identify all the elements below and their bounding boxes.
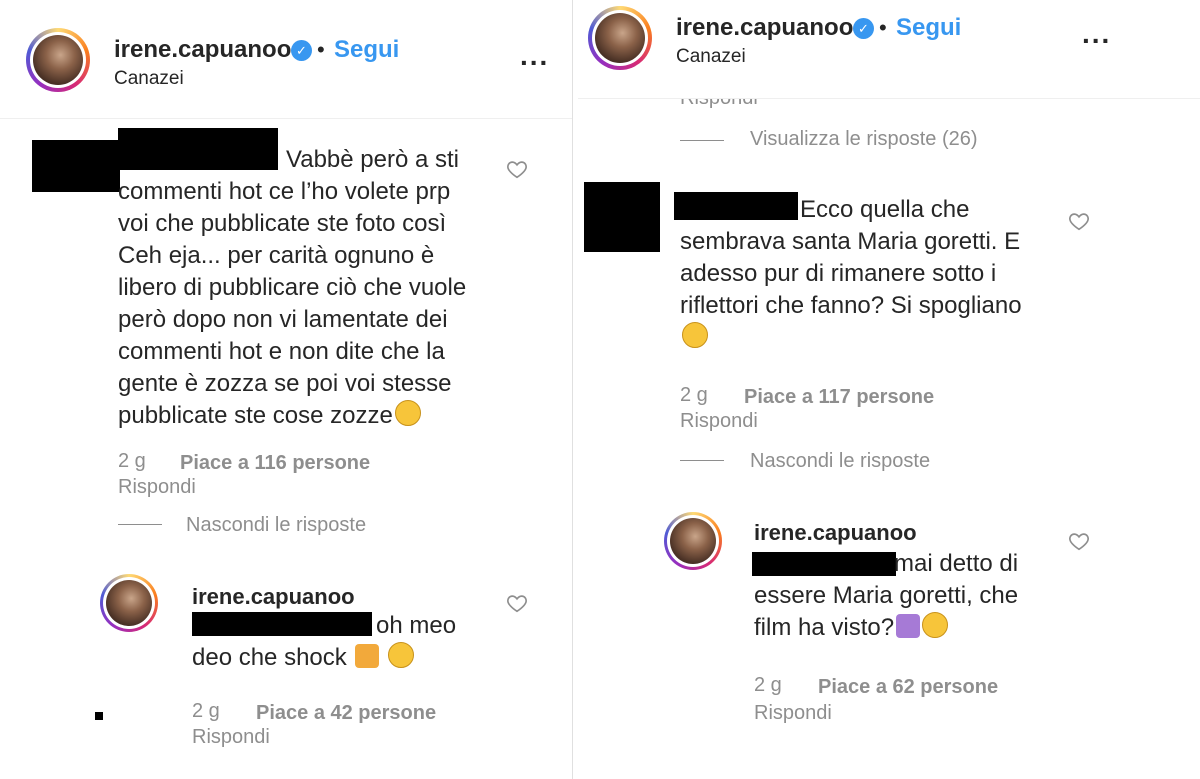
reply-button[interactable]: Rispondi xyxy=(192,726,270,749)
reply-button[interactable]: Rispondi xyxy=(680,410,758,433)
weary-cat-icon xyxy=(355,644,380,668)
reply-username[interactable]: irene.capuanoo xyxy=(192,584,355,610)
comment-text-line: sembrava santa Maria goretti. E xyxy=(680,228,1021,255)
left-post-panel: irene.capuanoo ✓ • Segui Canazei ... Vab… xyxy=(0,0,573,779)
hide-replies-button[interactable]: Nascondi le risposte xyxy=(750,450,930,473)
location-link[interactable]: Canazei xyxy=(676,46,746,68)
reply-time: 2 g xyxy=(754,674,782,696)
reply-username[interactable]: irene.capuanoo xyxy=(754,520,917,546)
hide-replies-button[interactable]: Nascondi le risposte xyxy=(186,514,366,537)
view-replies-button[interactable]: Visualizza le risposte (26) xyxy=(750,128,978,151)
follow-button[interactable]: Segui xyxy=(896,14,961,42)
more-options-button[interactable]: ... xyxy=(520,40,549,72)
reply-text-line: essere Maria goretti, che xyxy=(754,582,1019,609)
comment-text-line: Ecco quella che xyxy=(800,196,970,223)
redacted-avatar xyxy=(584,182,660,252)
redacted-mention xyxy=(192,612,372,636)
redacted-mark xyxy=(95,712,103,720)
flushed-face-icon xyxy=(922,612,949,638)
comment-emoji-line xyxy=(680,322,708,354)
woman-facepalming-icon xyxy=(896,614,921,638)
comment-text-line: Vabbè però a sti xyxy=(286,146,460,173)
winking-face-icon xyxy=(394,400,421,426)
heart-outline-icon[interactable] xyxy=(1068,530,1090,552)
reply-likes[interactable]: Piace a 62 persone xyxy=(818,676,998,699)
reply-avatar[interactable] xyxy=(664,512,722,570)
redacted-username xyxy=(118,128,278,170)
comment-text-line: gente è zozza se poi voi stesse xyxy=(118,370,452,397)
header-username[interactable]: irene.capuanoo xyxy=(676,14,853,42)
comment-text-line: commenti hot ce l’ho volete prp xyxy=(118,178,451,205)
replies-dash xyxy=(680,460,724,461)
winking-face-icon xyxy=(388,642,415,668)
replies-dash xyxy=(680,140,724,141)
redacted-mention xyxy=(752,552,896,576)
comment-text-line: voi che pubblicate ste foto così xyxy=(118,210,447,237)
reply-button[interactable]: Rispondi xyxy=(118,476,196,499)
header-separator: • xyxy=(317,37,325,62)
comment-text-line: commenti hot e non dite che la xyxy=(118,338,445,365)
verified-badge-icon: ✓ xyxy=(291,40,312,61)
comment-time: 2 g xyxy=(118,450,146,472)
header-separator: • xyxy=(879,15,887,40)
header-divider xyxy=(578,98,1200,99)
location-link[interactable]: Canazei xyxy=(114,68,184,90)
reply-text-line: deo che shock xyxy=(192,644,347,671)
comment-text-line: adesso pur di rimanere sotto i xyxy=(680,260,997,287)
comment-likes[interactable]: Piace a 117 persone xyxy=(744,386,934,409)
redacted-avatar xyxy=(32,140,120,192)
comment-text-line: pubblicate ste cose zozze xyxy=(118,402,393,429)
reply-button[interactable]: Rispondi xyxy=(754,702,832,725)
header-username[interactable]: irene.capuanoo xyxy=(114,36,291,64)
redacted-username xyxy=(674,192,798,220)
reply-text-line-3: film ha visto? xyxy=(754,612,949,644)
reply-avatar[interactable] xyxy=(100,574,158,632)
reply-likes[interactable]: Piace a 42 persone xyxy=(256,702,436,725)
header-divider xyxy=(0,118,572,119)
verified-badge-icon: ✓ xyxy=(853,18,874,39)
heart-outline-icon[interactable] xyxy=(506,158,528,180)
reply-text-line: oh meo xyxy=(376,612,457,639)
comment-text-line: riflettori che fanno? Si spogliano xyxy=(680,292,1022,319)
reply-text-line: mai detto di xyxy=(894,550,1019,577)
heart-outline-icon[interactable] xyxy=(506,592,528,614)
face-with-rolling-eyes-icon xyxy=(682,322,708,348)
right-post-panel: irene.capuanoo ✓ • Segui Canazei ... Ris… xyxy=(578,0,1200,779)
comment-text-line: però dopo non vi lamentate dei xyxy=(118,306,448,333)
comment-text-line: Ceh eja... per carità ognuno è xyxy=(118,242,435,269)
comment-text-line: libero di pubblicare ciò che vuole xyxy=(118,274,467,301)
comment-time: 2 g xyxy=(680,384,708,406)
heart-outline-icon[interactable] xyxy=(1068,210,1090,232)
profile-avatar[interactable] xyxy=(588,6,652,70)
follow-button[interactable]: Segui xyxy=(334,36,399,64)
comment-likes[interactable]: Piace a 116 persone xyxy=(180,452,370,475)
replies-dash xyxy=(118,524,162,525)
cut-off-reply-link: Rispondi xyxy=(680,99,758,111)
reply-text-line-2: deo che shock xyxy=(192,642,415,674)
comment-text-line-last: pubblicate ste cose zozze xyxy=(118,400,421,432)
profile-avatar[interactable] xyxy=(26,28,90,92)
reply-text-line: film ha visto? xyxy=(754,614,895,641)
reply-time: 2 g xyxy=(192,700,220,722)
more-options-button[interactable]: ... xyxy=(1082,18,1111,50)
